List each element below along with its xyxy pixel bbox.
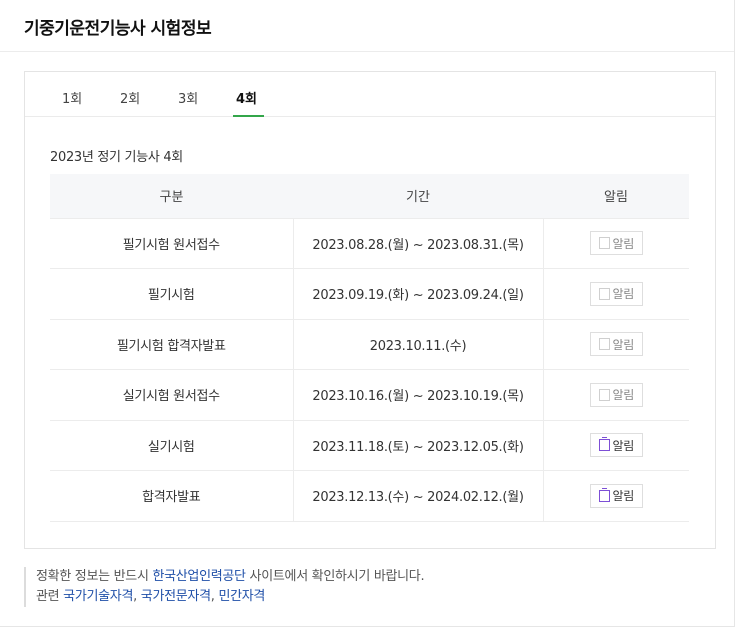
alarm-button[interactable]: 알림 xyxy=(589,382,643,407)
alarm-button[interactable]: 알림 xyxy=(589,231,643,256)
row-period: 2023.12.13.(수) ~ 2024.02.12.(월) xyxy=(292,470,544,522)
alarm-button[interactable]: 알림 xyxy=(589,281,643,306)
alarm-label: 알림 xyxy=(612,489,635,504)
table-row: 실기시험 원서접수 2023.10.16.(월) ~ 2023.10.19.(목… xyxy=(50,369,689,420)
row-period: 2023.08.28.(월) ~ 2023.08.31.(목) xyxy=(292,217,544,269)
alarm-button[interactable]: 알림 xyxy=(589,433,643,458)
hrdk-link[interactable]: 한국산업인력공단 xyxy=(152,569,246,584)
row-category: 필기시험 원서접수 xyxy=(50,217,293,269)
page-header: 기중기운전기능사 시험정보 xyxy=(0,0,734,52)
bell-icon xyxy=(598,237,610,250)
alarm-label: 알림 xyxy=(612,438,635,453)
alarm-label: 알림 xyxy=(612,236,635,251)
row-period: 2023.10.16.(월) ~ 2023.10.19.(목) xyxy=(292,369,544,420)
alarm-label: 알림 xyxy=(612,337,635,352)
bell-icon xyxy=(598,338,610,351)
bell-icon xyxy=(598,287,610,300)
row-category: 필기시험 xyxy=(50,268,293,319)
separator: , xyxy=(133,589,141,604)
exam-info-card: 1회 2회 3회 4회 2023년 정기 기능사 4회 구분 기간 알림 필기시… xyxy=(24,71,716,549)
active-tab-indicator xyxy=(233,115,264,117)
tab-round-4[interactable]: 4회 xyxy=(236,88,257,107)
notice-text: 정확한 정보는 반드시 xyxy=(36,569,153,584)
row-period: 2023.10.11.(수) xyxy=(292,318,544,370)
tab-round-2[interactable]: 2회 xyxy=(120,88,140,107)
private-qualification-link[interactable]: 민간자격 xyxy=(218,589,265,604)
row-period: 2023.11.18.(토) ~ 2023.12.05.(화) xyxy=(292,419,544,471)
row-period: 2023.09.19.(화) ~ 2023.09.24.(일) xyxy=(292,268,544,319)
header-period: 기간 xyxy=(293,174,543,218)
schedule-subtitle: 2023년 정기 기능사 4회 xyxy=(50,150,183,165)
bell-icon xyxy=(598,388,610,401)
notice-line-1: 정확한 정보는 반드시 한국산업인력공단 사이트에서 확인하시기 바랍니다. xyxy=(36,567,425,587)
bell-icon xyxy=(598,437,610,452)
bell-icon xyxy=(598,487,610,502)
alarm-label: 알림 xyxy=(612,287,635,302)
table-row: 실기시험 2023.11.18.(토) ~ 2023.12.05.(화) 알림 xyxy=(50,419,689,471)
row-category: 실기시험 xyxy=(50,419,293,471)
alarm-label: 알림 xyxy=(612,388,635,403)
table-row: 합격자발표 2023.12.13.(수) ~ 2024.02.12.(월) 알림 xyxy=(50,470,689,522)
page-title: 기중기운전기능사 시험정보 xyxy=(24,19,212,39)
row-category: 필기시험 합격자발표 xyxy=(50,318,293,370)
header-alarm: 알림 xyxy=(543,174,689,218)
table-row: 필기시험 원서접수 2023.08.28.(월) ~ 2023.08.31.(목… xyxy=(50,217,689,269)
schedule-table: 구분 기간 알림 필기시험 원서접수 2023.08.28.(월) ~ 2023… xyxy=(50,174,689,522)
table-row: 필기시험 합격자발표 2023.10.11.(수) 알림 xyxy=(50,318,689,370)
page-frame: 기중기운전기능사 시험정보 1회 2회 3회 4회 2023년 정기 기능사 4… xyxy=(0,0,735,627)
related-label: 관련 xyxy=(36,589,64,604)
tab-round-1[interactable]: 1회 xyxy=(62,88,82,107)
tab-round-3[interactable]: 3회 xyxy=(178,88,198,107)
alarm-button[interactable]: 알림 xyxy=(589,332,643,357)
table-row: 필기시험 2023.09.19.(화) ~ 2023.09.24.(일) 알림 xyxy=(50,268,689,319)
notice-line-2: 관련 국가기술자격, 국가전문자격, 민간자격 xyxy=(36,587,424,607)
row-category: 실기시험 원서접수 xyxy=(50,369,293,420)
table-header-row: 구분 기간 알림 xyxy=(50,174,689,218)
notice-box: 정확한 정보는 반드시 한국산업인력공단 사이트에서 확인하시기 바랍니다. 관… xyxy=(24,567,425,607)
alarm-button[interactable]: 알림 xyxy=(589,483,643,508)
national-technical-qualification-link[interactable]: 국가기술자격 xyxy=(63,589,133,604)
national-professional-qualification-link[interactable]: 국가전문자격 xyxy=(141,589,211,604)
notice-text: 사이트에서 확인하시기 바랍니다. xyxy=(245,569,425,584)
round-tabs: 1회 2회 3회 4회 xyxy=(25,72,715,117)
row-category: 합격자발표 xyxy=(50,470,293,522)
header-category: 구분 xyxy=(50,174,293,218)
